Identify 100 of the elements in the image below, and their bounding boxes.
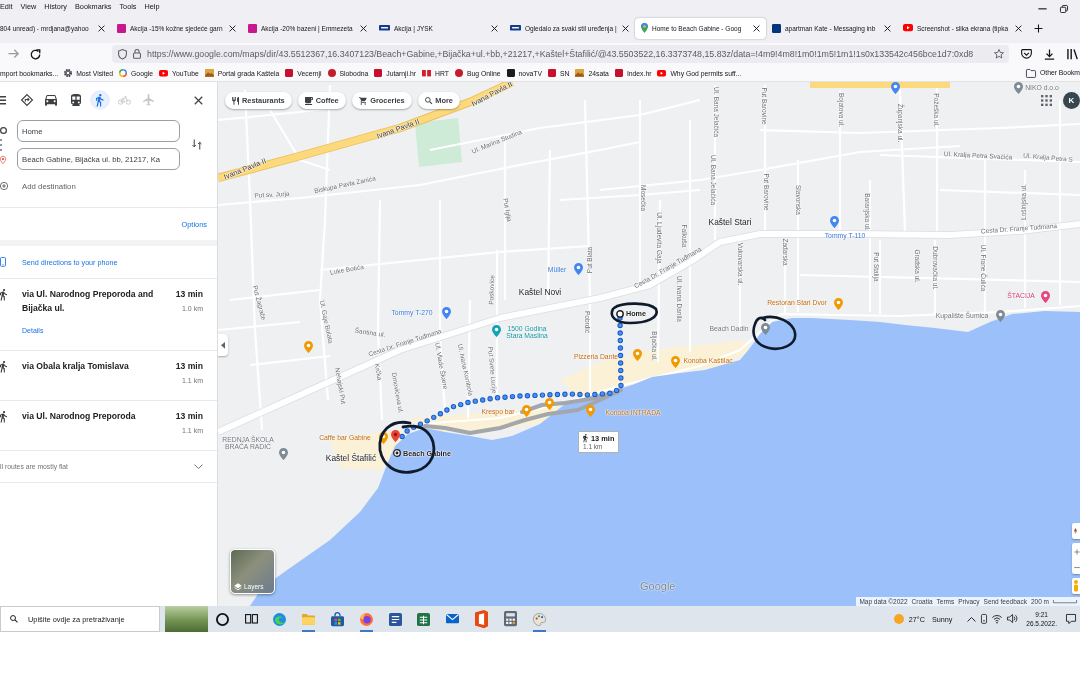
destination-pin-icon xyxy=(0,156,6,164)
shield-icon[interactable] xyxy=(118,48,127,60)
google-logo: Google xyxy=(640,580,676,592)
ring-icon xyxy=(119,69,128,77)
wifi-icon[interactable] xyxy=(992,614,1003,624)
town-label: Kaštel Stari xyxy=(708,217,752,227)
store-bag-icon[interactable] xyxy=(331,611,345,627)
dot-icon xyxy=(327,69,336,77)
play-icon xyxy=(903,24,913,32)
menu-icon[interactable] xyxy=(0,95,6,105)
phone-icon xyxy=(0,257,6,267)
bicycle-icon xyxy=(118,95,132,105)
task-view-icon[interactable] xyxy=(244,614,258,624)
close-icon[interactable] xyxy=(98,24,105,32)
plus-circle-icon xyxy=(0,182,8,190)
scale-bar xyxy=(1053,599,1077,604)
search-icon xyxy=(424,96,433,105)
close-icon[interactable] xyxy=(491,24,498,32)
calculator-icon[interactable] xyxy=(503,611,517,627)
walking-person-icon xyxy=(0,361,7,373)
close-icon[interactable] xyxy=(622,24,629,32)
coffee-cup-icon xyxy=(304,96,313,105)
close-icon[interactable] xyxy=(884,24,891,32)
destination-pin-icon[interactable] xyxy=(391,430,400,442)
browser-icon[interactable] xyxy=(273,612,287,626)
banner-icon xyxy=(510,25,521,31)
tile-icon xyxy=(117,23,126,33)
tile-icon xyxy=(248,23,257,33)
chevron-shield-icon[interactable] xyxy=(1021,49,1032,59)
search-icon xyxy=(10,615,18,623)
cart-icon xyxy=(358,96,368,105)
compass-button[interactable] xyxy=(1072,523,1080,539)
reload-icon[interactable] xyxy=(30,48,41,60)
envelope-icon[interactable] xyxy=(446,614,460,624)
pegman-icon xyxy=(1074,580,1078,592)
gear-icon xyxy=(64,69,73,77)
caret-icon xyxy=(221,341,225,349)
browser-icon[interactable] xyxy=(359,612,373,626)
square-icon xyxy=(772,23,781,33)
picture-icon xyxy=(575,69,585,77)
walking-person-icon xyxy=(583,434,588,443)
chevron-down-icon[interactable] xyxy=(194,463,203,470)
map-pin-icon[interactable] xyxy=(378,432,388,444)
dot-icon xyxy=(454,69,463,77)
travel-mode-tab[interactable] xyxy=(90,90,111,110)
lock-icon[interactable] xyxy=(133,49,141,59)
route-name[interactable]: via Ul. Narodnog Preporoda xyxy=(22,409,170,423)
town-label: Kaštel Novi xyxy=(518,287,562,297)
collapse-panel-button[interactable] xyxy=(218,334,228,356)
address-bar[interactable]: https://www.google.com/maps/dir/43.5512367,16.3407123/Beach+Gabine,+Bijačka+ul.+bb,+21217,+Kaštel+Štafilić/@43.5503522,16.3373748,15.83z/data=!4m9!4m8!1m0!1m5!1m1!1s0x133542c456bce1d7:0xd8 xyxy=(112,45,1009,63)
palette-icon[interactable] xyxy=(532,612,546,626)
tile-icon xyxy=(548,69,556,77)
swap-icon[interactable] xyxy=(192,139,202,151)
circle-icon[interactable] xyxy=(215,612,229,626)
bookshelf-icon[interactable] xyxy=(1067,48,1078,60)
origin-circle-icon xyxy=(0,127,7,134)
plus-icon[interactable] xyxy=(1034,23,1043,33)
spreadsheet-icon[interactable] xyxy=(417,612,431,626)
walking-person-icon xyxy=(0,411,7,423)
tablet-icon[interactable] xyxy=(981,614,988,624)
origin-marker-icon[interactable] xyxy=(616,310,624,318)
download-icon[interactable] xyxy=(1044,48,1055,60)
compass-icon xyxy=(1074,528,1077,534)
forward-arrow-icon[interactable] xyxy=(8,49,19,59)
close-icon[interactable] xyxy=(1015,24,1022,32)
route-name[interactable]: via Obala kralja Tomislava xyxy=(22,359,170,373)
photo-placeholder[interactable] xyxy=(165,606,208,632)
route-duration: 13 min xyxy=(175,360,203,373)
chevron-up-icon[interactable] xyxy=(967,616,977,622)
office-tile-icon[interactable] xyxy=(475,609,489,629)
route-duration: 13 min xyxy=(175,410,203,423)
walking-person-icon xyxy=(96,93,104,107)
folder-icon xyxy=(1025,68,1036,78)
document-icon[interactable] xyxy=(388,612,402,626)
car-icon xyxy=(45,94,58,106)
walking-person-icon xyxy=(0,289,7,301)
squares-icon xyxy=(422,69,432,77)
apps-grid-icon[interactable] xyxy=(1041,95,1052,106)
speaker-icon[interactable] xyxy=(1007,614,1018,624)
route-duration: 13 min xyxy=(175,288,203,301)
airplane-icon xyxy=(143,94,155,106)
star-icon[interactable] xyxy=(994,49,1004,59)
minimize-icon[interactable] xyxy=(1038,7,1047,10)
picture-icon xyxy=(204,69,214,77)
play-icon xyxy=(159,69,168,77)
banner-icon xyxy=(379,25,390,31)
url-text: https://www.google.com/maps/dir/43.5512367,16.3407123/Beach+Gabine,+Bijačka+ul.+bb,+21217,+Kaštel+Štafilić/@43.5503522,16.3373748,15.83z/data=!4m9!4m8!1m0!1m5!1m1!1s0x133542c456bce1d7:0xd8 xyxy=(147,49,974,59)
restore-icon[interactable] xyxy=(1060,4,1068,13)
route-name[interactable]: via Ul. Narodnog Preporoda and Bijačka ul. xyxy=(22,287,170,315)
close-icon[interactable] xyxy=(753,24,760,32)
close-icon[interactable] xyxy=(360,24,367,32)
bus-icon xyxy=(70,94,81,106)
minus-icon[interactable] xyxy=(1074,566,1080,568)
close-icon[interactable] xyxy=(229,24,236,32)
destination-marker-icon[interactable] xyxy=(393,449,401,457)
tile-icon xyxy=(285,69,294,77)
tile-icon xyxy=(614,69,623,77)
notification-icon[interactable] xyxy=(1066,614,1076,624)
close-icon[interactable] xyxy=(194,95,203,105)
map-pin-icon xyxy=(641,23,648,33)
